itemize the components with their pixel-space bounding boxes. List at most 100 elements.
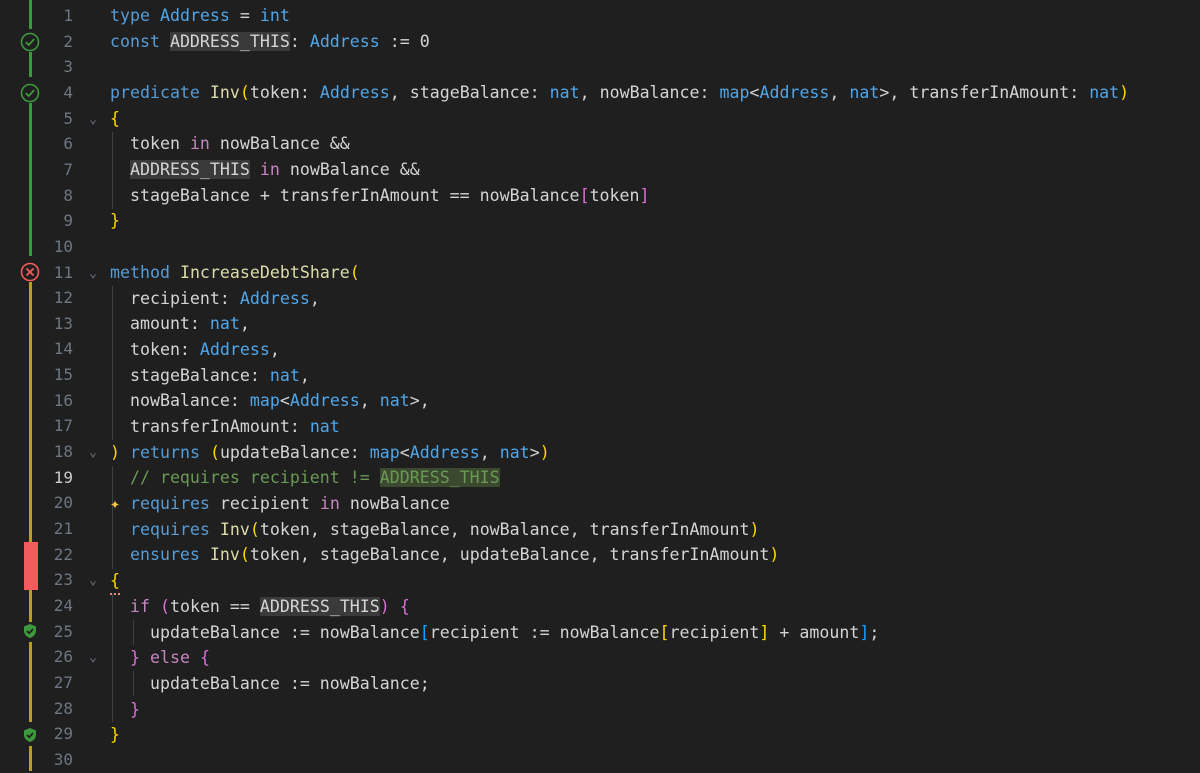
code-line-15[interactable]: stageBalance: nat,	[110, 363, 310, 389]
code-line-6[interactable]: token in nowBalance &&	[110, 131, 350, 157]
type-name: nat	[549, 83, 580, 102]
line-number: 10	[53, 236, 73, 256]
bracket: )	[769, 545, 780, 564]
code-token: >, transferInAmount:	[879, 83, 1090, 102]
code-line-5[interactable]: {	[110, 106, 120, 132]
code-line-9[interactable]: }	[110, 208, 120, 234]
code-token: amount:	[129, 314, 210, 333]
code-line-16[interactable]: nowBalance: map<Address, nat>,	[110, 388, 430, 414]
code-line-11[interactable]: method IncreaseDebtShare(	[110, 260, 360, 286]
keyword-predicate: predicate	[110, 83, 200, 102]
code-line-2[interactable]: const ADDRESS_THIS: Address := 0	[110, 29, 430, 55]
code-line-28[interactable]: }	[110, 697, 140, 723]
code-line-7[interactable]: ADDRESS_THIS in nowBalance &&	[110, 157, 420, 183]
code-line-26[interactable]: } else {	[110, 645, 210, 671]
type-name: nat	[849, 83, 880, 102]
comment: // requires recipient !=	[129, 468, 380, 487]
code-token: token	[589, 186, 640, 205]
bracket: }	[110, 725, 120, 744]
bracket: }	[129, 648, 140, 667]
code-token: recipient	[669, 623, 760, 642]
type-name: Address	[199, 340, 270, 359]
code-token: ,	[359, 391, 380, 410]
line-number: 11	[53, 262, 73, 282]
fold-chevron-icon[interactable]: ⌄	[85, 440, 101, 466]
fold-chevron-icon[interactable]: ⌄	[85, 107, 101, 133]
function-name: IncreaseDebtShare	[179, 263, 350, 282]
code-token: recipient := nowBalance	[429, 623, 660, 642]
code-line-8[interactable]: stageBalance + transferInAmount == nowBa…	[110, 183, 650, 209]
line-number: 9	[63, 211, 73, 231]
type-name: nat	[269, 366, 300, 385]
warning-gutter-bar	[29, 282, 32, 542]
bracket: )	[110, 443, 120, 462]
code-line-14[interactable]: token: Address,	[110, 337, 280, 363]
verified-shield-icon[interactable]	[22, 623, 38, 639]
line-number: 21	[53, 519, 73, 538]
type-name: nat	[1089, 83, 1120, 102]
code-line-29[interactable]: }	[110, 722, 120, 748]
type-name: Address	[319, 83, 390, 102]
line-number: 27	[53, 672, 73, 692]
bracket: {	[199, 648, 210, 667]
code-token: nowBalance &&	[209, 134, 350, 153]
line-number: 2	[63, 31, 73, 51]
code-token: + amount	[769, 623, 860, 642]
code-line-18[interactable]: ) returns (updateBalance: map<Address, n…	[110, 440, 550, 466]
code-line-12[interactable]: recipient: Address,	[110, 286, 320, 312]
code-line-27[interactable]: updateBalance := nowBalance;	[110, 671, 430, 697]
code-token: , stageBalance:	[389, 83, 550, 102]
verified-check-icon[interactable]	[19, 31, 41, 53]
code-line-21[interactable]: requires Inv(token, stageBalance, nowBal…	[110, 517, 759, 543]
code-token: ;	[869, 623, 880, 642]
code-token: ,	[269, 340, 280, 359]
function-name: Inv	[209, 545, 240, 564]
code-line-17[interactable]: transferInAmount: nat	[110, 414, 340, 440]
warning-gutter-bar	[29, 590, 32, 622]
bracket: )	[379, 597, 390, 616]
code-line-24[interactable]: if (token == ADDRESS_THIS) {	[110, 594, 410, 620]
code-line-22[interactable]: ensures Inv(token, stageBalance, updateB…	[110, 542, 779, 568]
line-number: 30	[53, 749, 73, 769]
bracket: )	[539, 443, 550, 462]
code-line-4[interactable]: predicate Inv(token: Address, stageBalan…	[110, 80, 1129, 106]
code-editor[interactable]: 1 2 3 4 5 6 7 8 9 10 11 12 13 14 15 16 17 18 19 20 21 22 23 24 2…	[0, 0, 1200, 771]
code-line-19[interactable]: // requires recipient != ADDRESS_THIS	[110, 465, 500, 491]
code-token: updateBalance := nowBalance;	[149, 674, 430, 693]
type-name: nat	[499, 443, 530, 462]
code-line-20[interactable]: ✦ requires recipient in nowBalance	[110, 491, 450, 517]
line-number: 7	[63, 159, 73, 179]
verified-gutter-bar	[29, 0, 32, 29]
ai-sparkle-icon[interactable]: ✦	[110, 494, 120, 513]
line-number: 23	[53, 570, 73, 590]
function-name: Inv	[209, 83, 240, 102]
code-token: >	[529, 443, 540, 462]
code-token: <	[749, 83, 760, 102]
bracket: (	[239, 83, 250, 102]
verified-check-icon[interactable]	[19, 82, 41, 104]
code-token: token, stageBalance, nowBalance, transfe…	[259, 520, 750, 539]
code-line-25[interactable]: updateBalance := nowBalance[recipient :=…	[110, 620, 879, 646]
error-circle-icon[interactable]	[19, 261, 41, 283]
fold-chevron-icon[interactable]: ⌄	[85, 568, 101, 594]
type-name: nat	[209, 314, 240, 333]
fold-chevron-icon[interactable]: ⌄	[85, 261, 101, 287]
code-token: token:	[249, 83, 320, 102]
code-line-13[interactable]: amount: nat,	[110, 311, 250, 337]
type-name: map	[369, 443, 400, 462]
bracket: (	[209, 443, 220, 462]
fold-chevron-icon[interactable]: ⌄	[85, 645, 101, 671]
code-line-1[interactable]: type Address = int	[110, 3, 290, 29]
code-token: updateBalance:	[219, 443, 370, 462]
type-name: int	[259, 6, 290, 25]
keyword-in: in	[189, 134, 210, 153]
verified-shield-icon[interactable]	[22, 727, 38, 743]
bracket: [	[659, 623, 670, 642]
keyword-in: in	[319, 494, 340, 513]
line-number: 16	[53, 390, 73, 410]
